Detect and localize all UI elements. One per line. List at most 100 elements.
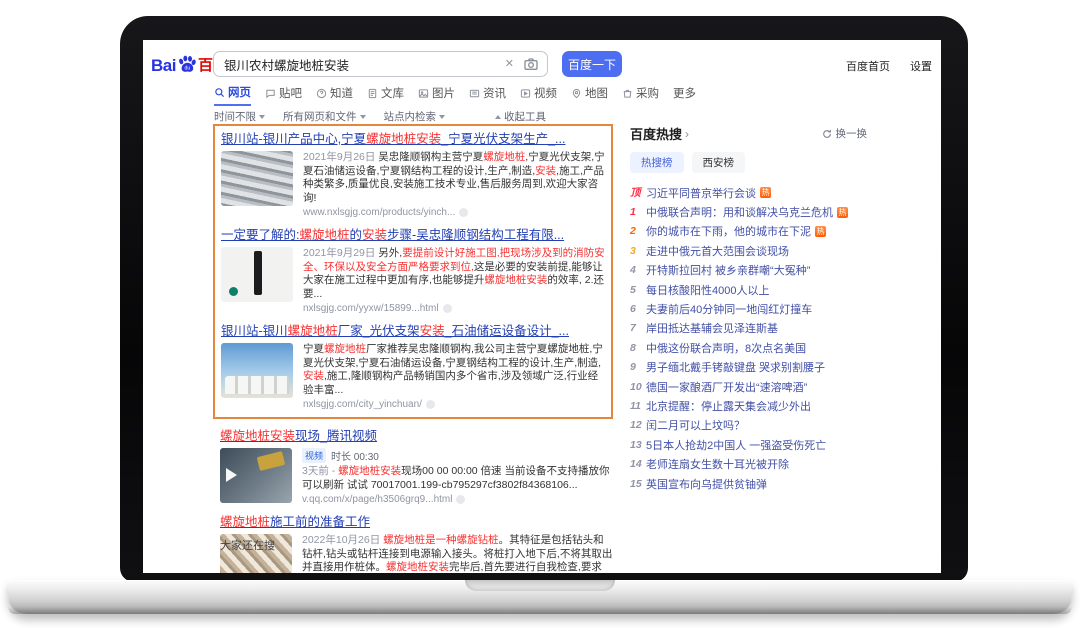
result-url[interactable]: v.qq.com/x/page/h3506grq9...html bbox=[302, 494, 613, 505]
filter-label: 所有网页和文件 bbox=[283, 109, 357, 124]
result-url[interactable]: nxlsgjg.com/city_yinchuan/ bbox=[303, 399, 605, 410]
nav-tab[interactable]: 采购 bbox=[622, 85, 659, 105]
text-segment: 吴忠隆顺钢构主营宁夏 bbox=[378, 151, 483, 163]
hot-search-rank: 9 bbox=[630, 361, 646, 373]
result-title-link[interactable]: 银川站-银川螺旋地桩厂家_光伏支架安装_石油储运设备设计_... bbox=[221, 323, 605, 340]
filter-site-search[interactable]: 站点内检索 bbox=[384, 109, 446, 124]
result-body: 2021年9月26日 吴忠隆顺钢构主营宁夏螺旋地桩,宁夏光伏支架,宁夏石油储运设… bbox=[221, 151, 605, 218]
hot-search-list: 顶习近平同普京举行会谈热1中俄联合声明：用和谈解决乌克兰危机热2你的城市在下雨，… bbox=[630, 183, 930, 493]
hot-search-tab[interactable]: 西安榜 bbox=[692, 152, 746, 173]
text-segment: 螺旋地桩是一种螺旋钻桩 bbox=[383, 534, 499, 546]
refresh-icon bbox=[822, 129, 832, 139]
result-title-link[interactable]: 螺旋地桩施工前的准备工作 bbox=[220, 514, 613, 531]
hot-search-item[interactable]: 10德国一家酿酒厂开发出“速溶啤酒” bbox=[630, 377, 930, 396]
nav-tab[interactable]: 网页 bbox=[214, 84, 251, 106]
hot-search-item[interactable]: 2你的城市在下雨，他的城市在下泥热 bbox=[630, 222, 930, 241]
hot-search-rank: 7 bbox=[630, 322, 646, 334]
hot-badge-icon: 热 bbox=[815, 226, 826, 237]
refresh-button[interactable]: 换一换 bbox=[822, 126, 868, 141]
text-segment: 螺旋地桩 bbox=[324, 343, 366, 355]
hot-search-text: 岸田抵达基辅会见泽连斯基 bbox=[646, 320, 778, 336]
text-segment: 2021年9月29日 bbox=[303, 247, 378, 259]
result-text: 宁夏螺旋地桩厂家推荐吴忠隆顺钢构,我公司主营宁夏螺旋地桩,宁夏光伏支架,宁夏石油… bbox=[303, 343, 605, 410]
hot-search-tab[interactable]: 热搜榜 bbox=[630, 152, 684, 173]
collapse-tools-button[interactable]: 收起工具 bbox=[495, 109, 546, 124]
search-input[interactable] bbox=[213, 51, 548, 77]
hot-search-rank: 4 bbox=[630, 264, 646, 276]
nav-tab-label: 视频 bbox=[534, 85, 557, 101]
text-segment: _宁夏光伏支架生产_... bbox=[441, 132, 565, 146]
result-thumbnail[interactable] bbox=[221, 151, 293, 206]
result-url[interactable]: nxlsgjg.com/yyxw/15899...html bbox=[303, 303, 605, 314]
result-thumbnail[interactable] bbox=[221, 343, 293, 398]
hot-search-rank: 顶 bbox=[630, 185, 646, 200]
search-result: 银川站-银川产品中心,宁夏螺旋地桩安装_宁夏光伏支架生产_... 2021年9月2… bbox=[221, 131, 605, 218]
result-url[interactable]: www.nxlsgjg.com/products/yinch... bbox=[303, 207, 605, 218]
hot-search-item[interactable]: 顶习近平同普京举行会谈热 bbox=[630, 183, 930, 202]
hot-search-item[interactable]: 135日本人抢劫2中国人 一强盗受伤死亡 bbox=[630, 435, 930, 454]
nav-tab[interactable]: 资讯 bbox=[469, 85, 506, 105]
hot-search-item[interactable]: 7岸田抵达基辅会见泽连斯基 bbox=[630, 319, 930, 338]
nav-tab-label: 资讯 bbox=[483, 85, 506, 101]
hot-search-text: 德国一家酿酒厂开发出“速溶啤酒” bbox=[646, 379, 807, 395]
nav-tab[interactable]: 视频 bbox=[520, 85, 557, 105]
hot-search-item[interactable]: 6夫妻前后40分钟同一地闯红灯撞车 bbox=[630, 299, 930, 318]
nav-tab[interactable]: 知道 bbox=[316, 85, 353, 105]
text-segment: 安装 bbox=[362, 228, 387, 242]
search-button[interactable]: 百度一下 bbox=[562, 51, 622, 77]
hot-search-text: 5日本人抢劫2中国人 一强盗受伤死亡 bbox=[646, 437, 826, 453]
text-segment: 3天前 - bbox=[302, 465, 338, 477]
result-body: 宁夏螺旋地桩厂家推荐吴忠隆顺钢构,我公司主营宁夏螺旋地桩,宁夏光伏支架,宁夏石油… bbox=[221, 343, 605, 410]
baidu-home-link[interactable]: 百度首页 bbox=[846, 58, 890, 74]
hot-search-item[interactable]: 11北京提醒：停止露天集会减少外出 bbox=[630, 396, 930, 415]
nav-tab[interactable]: 更多 bbox=[673, 85, 696, 105]
related-searches-heading: 大家还在搜 bbox=[220, 537, 275, 553]
info-icon bbox=[426, 400, 435, 409]
hot-search-rank: 8 bbox=[630, 342, 646, 354]
hot-search-item[interactable]: 14老师连扇女生数十耳光被开除 bbox=[630, 454, 930, 473]
hot-search-rank: 11 bbox=[630, 400, 646, 412]
result-title-link[interactable]: 螺旋地桩安装现场_腾讯视频 bbox=[220, 428, 613, 445]
filter-label: 时间不限 bbox=[214, 109, 256, 124]
text-segment: 施工前的准备工作 bbox=[270, 515, 370, 529]
text-segment: 螺旋地桩安装 bbox=[338, 465, 401, 477]
result-title-link[interactable]: 一定要了解的:螺旋地桩的安装步骤-吴忠隆顺钢结构工程有限... bbox=[221, 227, 605, 244]
url-text: www.nxlsgjg.com/products/yinch... bbox=[303, 207, 455, 218]
text-segment: 银川站-银川 bbox=[221, 324, 288, 338]
text-segment: 螺旋地桩 bbox=[299, 228, 349, 242]
result-thumbnail-play[interactable] bbox=[220, 448, 292, 503]
nav-tab[interactable]: 地图 bbox=[571, 85, 608, 105]
camera-icon[interactable] bbox=[523, 56, 539, 72]
text-segment: 安装 bbox=[303, 370, 324, 382]
text-segment: 银川站-银川产品中心,宁夏 bbox=[221, 132, 366, 146]
hot-search-item[interactable]: 15英国宣布向乌提供贫铀弹 bbox=[630, 474, 930, 493]
nav-tab[interactable]: 贴吧 bbox=[265, 85, 302, 105]
caigou-icon bbox=[622, 88, 633, 99]
filter-time[interactable]: 时间不限 bbox=[214, 109, 265, 124]
hot-search-item[interactable]: 3走进中俄元首大范围会谈现场 bbox=[630, 241, 930, 260]
settings-link[interactable]: 设置 bbox=[910, 58, 932, 74]
hot-search-item[interactable]: 9男子缅北戴手铐敲键盘 哭求别割腰子 bbox=[630, 358, 930, 377]
baidu-search-page: Bai du 百度 ✕ 百度一下 bbox=[143, 40, 941, 573]
hot-search-item[interactable]: 1中俄联合声明：用和谈解决乌克兰危机热 bbox=[630, 202, 930, 221]
hot-search-item[interactable]: 5每日核酸阳性4000人以上 bbox=[630, 280, 930, 299]
hot-search-panel: 百度热搜 › 换一换 热搜榜西安榜 顶习近平同普京举行会谈热1中俄联合声明：用和… bbox=[630, 124, 930, 493]
hot-search-item[interactable]: 4开特斯拉回村 被乡亲群嘲“大冤种” bbox=[630, 261, 930, 280]
result-thumbnail[interactable] bbox=[221, 247, 293, 302]
hot-search-item[interactable]: 8中俄这份联合声明，8次点名美国 bbox=[630, 338, 930, 357]
hot-badge-icon: 热 bbox=[760, 187, 771, 198]
result-text: 2021年9月26日 吴忠隆顺钢构主营宁夏螺旋地桩,宁夏光伏支架,宁夏石油储运设… bbox=[303, 151, 605, 218]
hot-badge-icon: 热 bbox=[837, 207, 848, 218]
hot-search-title[interactable]: 百度热搜 bbox=[630, 124, 682, 143]
nav-tab[interactable]: 图片 bbox=[418, 85, 455, 105]
result-description: 宁夏螺旋地桩厂家推荐吴忠隆顺钢构,我公司主营宁夏螺旋地桩,宁夏光伏支架,宁夏石油… bbox=[303, 343, 605, 397]
text-segment: 步骤-吴忠隆顺钢结构工程有限... bbox=[387, 228, 564, 242]
info-icon bbox=[443, 304, 452, 313]
nav-tab[interactable]: 文库 bbox=[367, 85, 404, 105]
clear-icon[interactable]: ✕ bbox=[505, 56, 514, 72]
result-title-link[interactable]: 银川站-银川产品中心,宁夏螺旋地桩安装_宁夏光伏支架生产_... bbox=[221, 131, 605, 148]
filter-filetype[interactable]: 所有网页和文件 bbox=[283, 109, 366, 124]
nav-tab-label: 文库 bbox=[381, 85, 404, 101]
hot-search-item[interactable]: 12闰二月可以上坟吗？ bbox=[630, 416, 930, 435]
zhidao-icon bbox=[316, 88, 327, 99]
